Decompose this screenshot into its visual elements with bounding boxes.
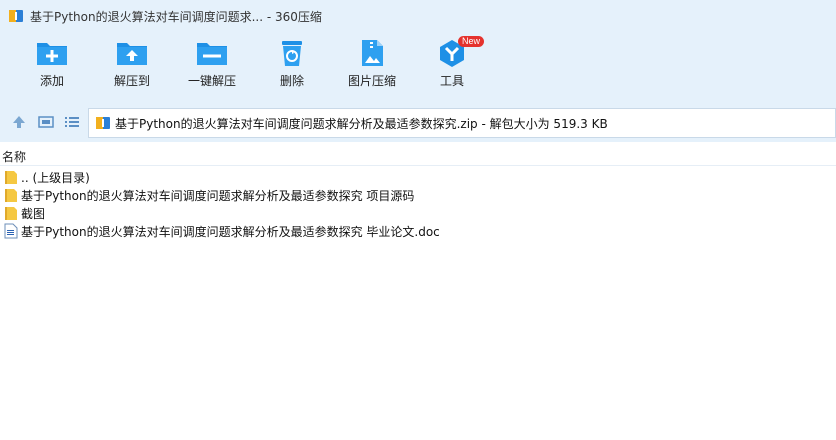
- one-click-extract-icon: [197, 43, 227, 65]
- name-column-header[interactable]: 名称: [2, 148, 26, 165]
- folder-icon: [5, 189, 17, 202]
- toolbar: 添加 解压到 一键解压 删除 图片压缩 New 工具: [0, 32, 836, 102]
- window-title: 基于Python的退火算法对车间调度问题求... - 360压缩: [30, 9, 322, 24]
- tools-button[interactable]: New 工具: [412, 36, 492, 100]
- column-header: 名称: [0, 142, 836, 166]
- image-compress-icon: [362, 40, 383, 66]
- file-name: 基于Python的退火算法对车间调度问题求解分析及最适参数探究 毕业论文.doc: [21, 224, 440, 239]
- file-name: .. (上级目录): [21, 170, 90, 185]
- address-bar: 基于Python的退火算法对车间调度问题求解分析及最适参数探究.zip - 解包…: [0, 102, 836, 142]
- one-click-extract-button[interactable]: 一键解压: [172, 38, 252, 100]
- extract-to-button[interactable]: 解压到: [92, 38, 172, 100]
- list-view-icon[interactable]: [64, 114, 80, 130]
- folder-icon: [5, 207, 17, 220]
- title-bar: 基于Python的退火算法对车间调度问题求... - 360压缩: [0, 0, 836, 32]
- delete-button[interactable]: 删除: [252, 38, 332, 100]
- up-arrow-icon[interactable]: [11, 114, 27, 130]
- add-icon: [37, 43, 67, 65]
- new-badge: New: [458, 36, 485, 47]
- delete-label: 删除: [279, 74, 304, 88]
- file-list: .. (上级目录) 基于Python的退火算法对车间调度问题求解分析及最适参数探…: [0, 168, 836, 240]
- list-item-source-folder[interactable]: 基于Python的退火算法对车间调度问题求解分析及最适参数探究 项目源码: [0, 186, 836, 204]
- path-field[interactable]: 基于Python的退火算法对车间调度问题求解分析及最适参数探究.zip - 解包…: [88, 108, 836, 138]
- word-document-icon: [4, 223, 18, 239]
- add-label: 添加: [39, 74, 64, 88]
- extract-to-label: 解压到: [113, 74, 150, 88]
- file-name: 截图: [21, 206, 46, 221]
- thumbnail-view-icon[interactable]: [38, 114, 54, 130]
- zip-file-icon: [96, 117, 110, 129]
- archive-path: 基于Python的退火算法对车间调度问题求解分析及最适参数探究.zip - 解包…: [115, 116, 608, 131]
- folder-icon: [5, 171, 17, 184]
- image-compress-button[interactable]: 图片压缩: [332, 38, 412, 100]
- file-name: 基于Python的退火算法对车间调度问题求解分析及最适参数探究 项目源码: [21, 188, 415, 203]
- list-item-parent-dir[interactable]: .. (上级目录): [0, 168, 836, 186]
- 360zip-app-icon: [9, 10, 23, 22]
- list-item-doc-file[interactable]: 基于Python的退火算法对车间调度问题求解分析及最适参数探究 毕业论文.doc: [0, 222, 836, 240]
- tools-label: 工具: [439, 74, 464, 88]
- list-item-screenshots-folder[interactable]: 截图: [0, 204, 836, 222]
- extract-to-icon: [117, 43, 147, 65]
- one-click-extract-label: 一键解压: [187, 74, 236, 88]
- delete-icon: [282, 41, 302, 66]
- image-compress-label: 图片压缩: [347, 74, 396, 88]
- add-button[interactable]: 添加: [12, 38, 92, 100]
